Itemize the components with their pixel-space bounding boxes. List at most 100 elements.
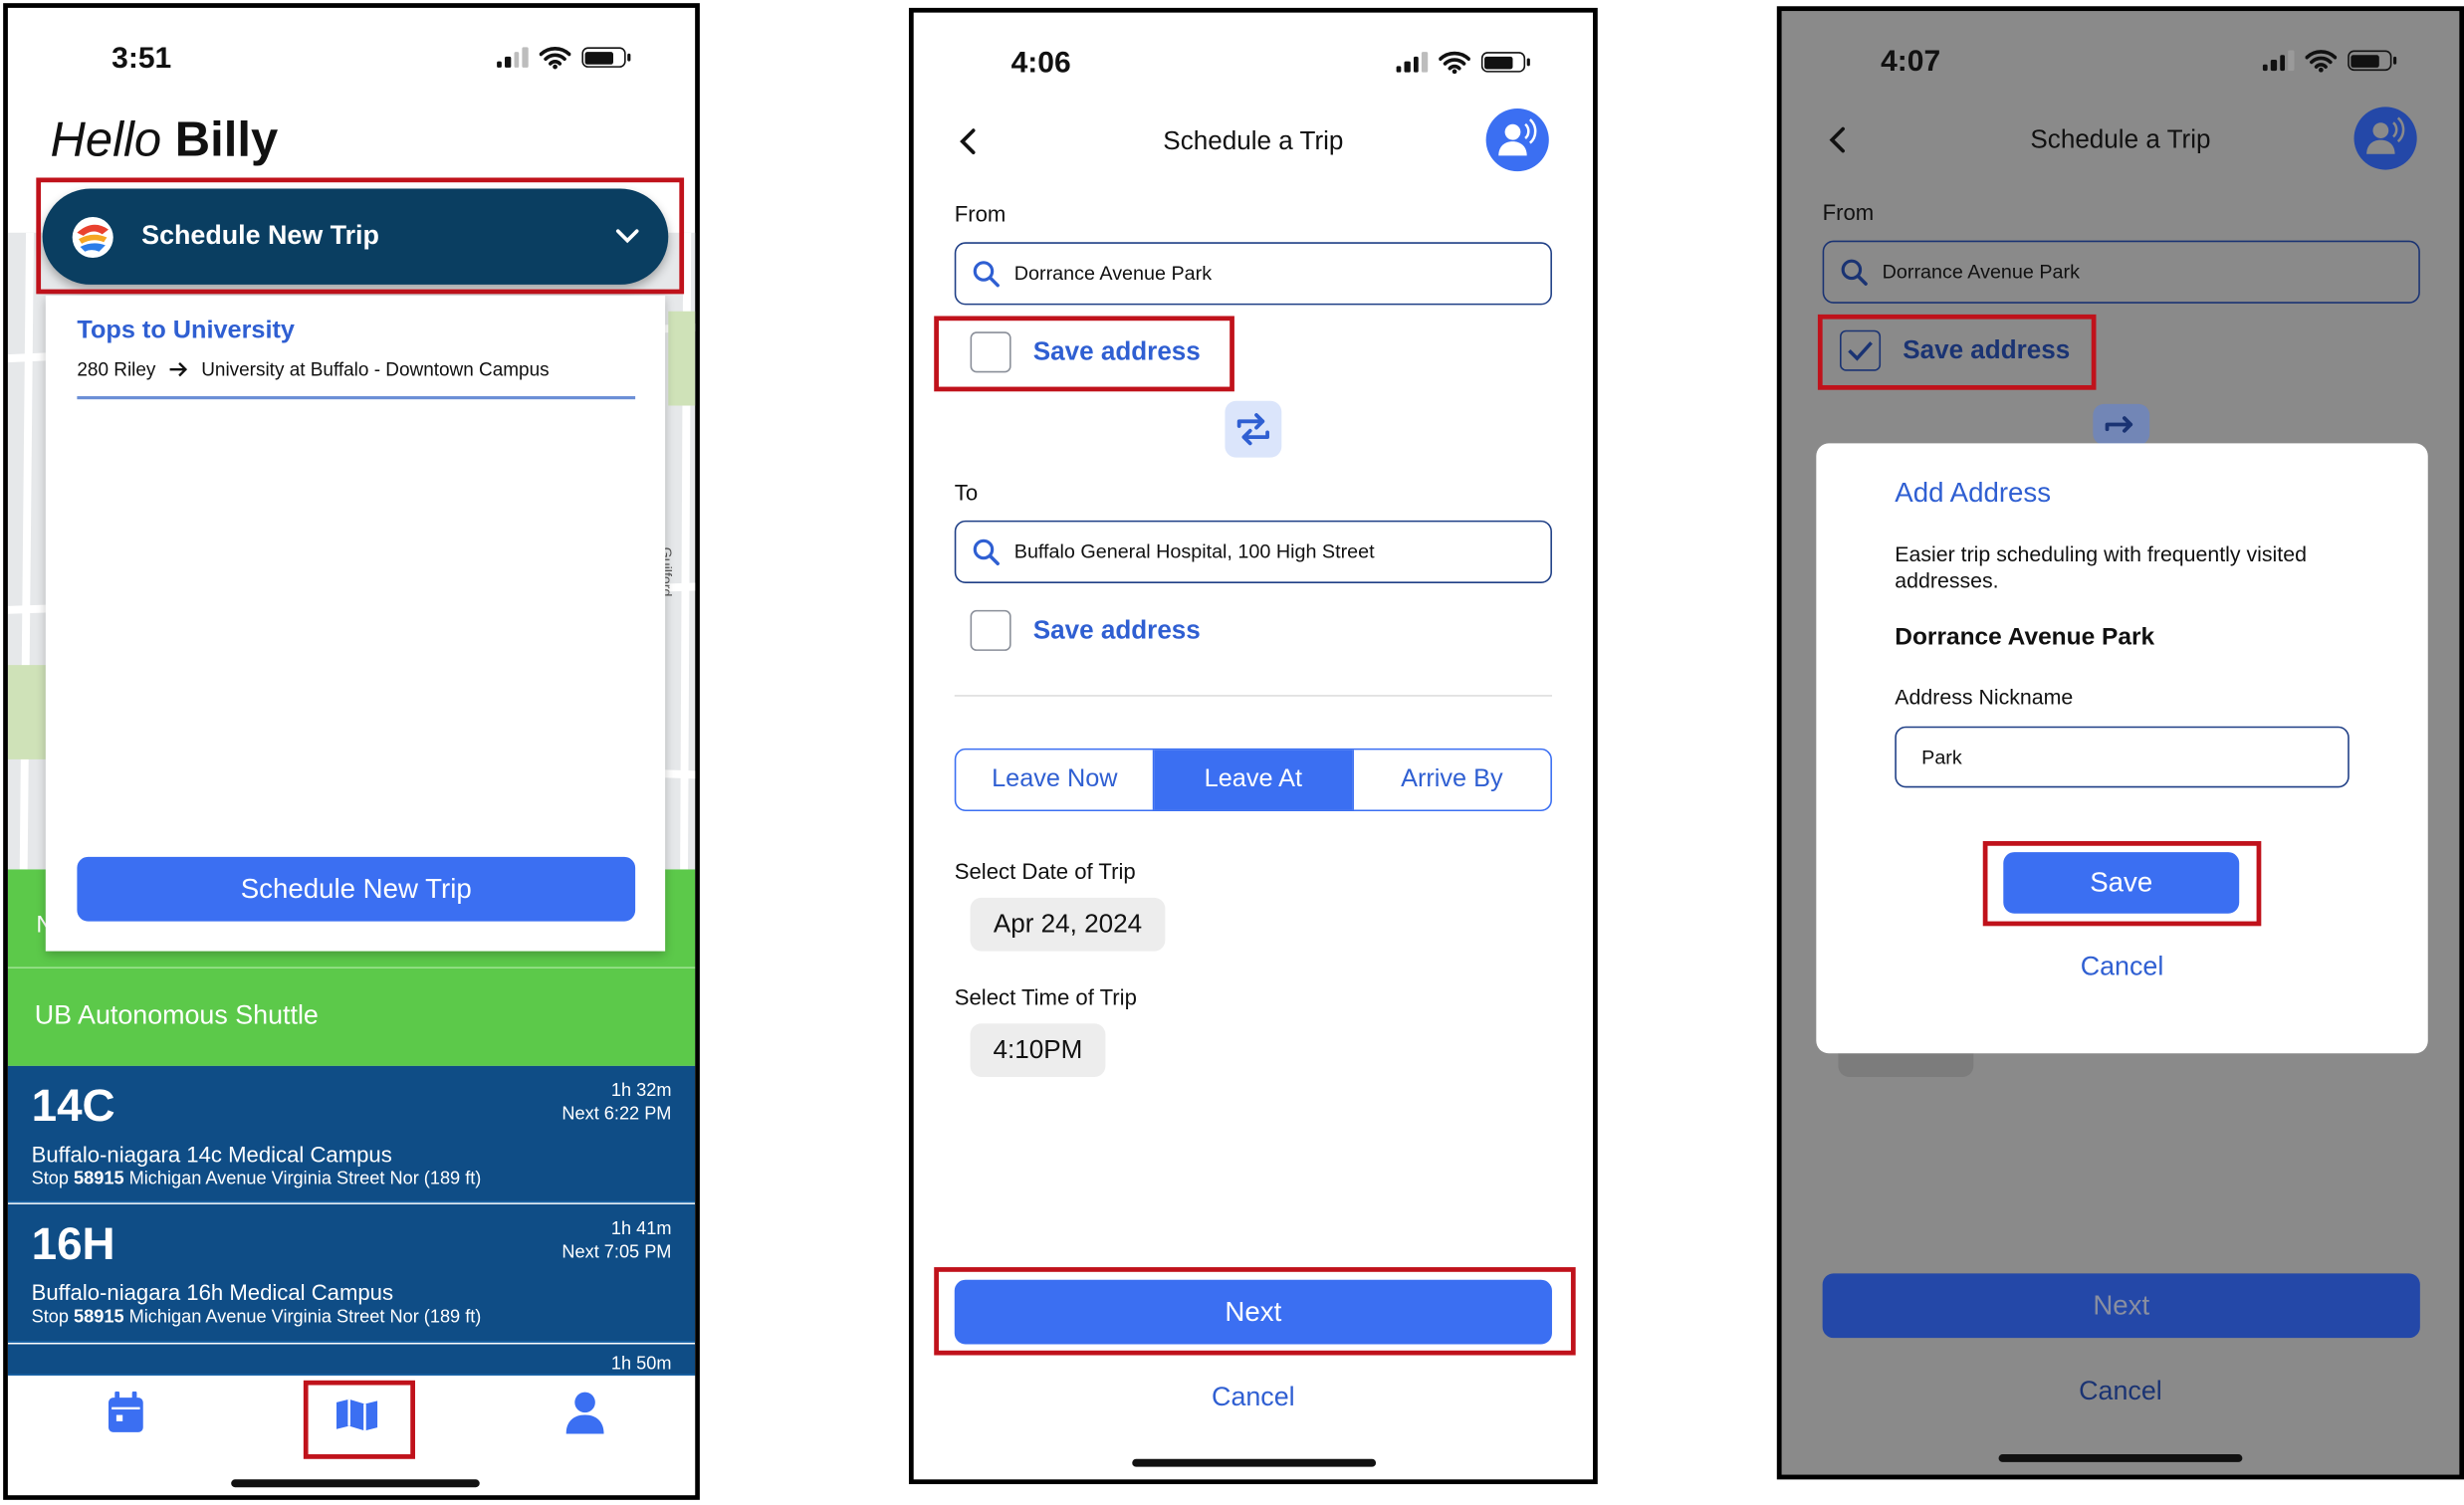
route-card[interactable]: 14C 1h 32m Next 6:22 PM Buffalo-niagara 1… (7, 1065, 696, 1203)
route-name: Buffalo-niagara 16h Medical Campus (31, 1279, 394, 1305)
phone-screen-add-address: 4:07 Schedule a Trip From Dorrance Avenu… (1776, 6, 2464, 1480)
next-button[interactable]: Next (1822, 1273, 2420, 1339)
trip-origin: 280 Riley (77, 358, 156, 381)
stop-id: 58915 (74, 1308, 124, 1328)
profile-icon[interactable] (565, 1392, 604, 1434)
from-field[interactable]: Dorrance Avenue Park (1822, 240, 2420, 304)
date-label: Select Date of Trip (954, 858, 1136, 884)
segment-leave-at[interactable]: Leave At (1154, 750, 1352, 810)
nickname-input[interactable]: Park (1895, 726, 2350, 788)
status-icons (1396, 51, 1530, 75)
cancel-button[interactable]: Cancel (1782, 1376, 2460, 1407)
segment-leave-now[interactable]: Leave Now (956, 750, 1155, 810)
status-time: 4:07 (1881, 45, 1941, 79)
highlight-box-save-address (1817, 314, 2097, 390)
nickname-value: Park (1921, 746, 1962, 768)
dialog-place-name: Dorrance Avenue Park (1895, 624, 2155, 651)
dialog-cancel-button[interactable]: Cancel (1816, 952, 2427, 983)
swap-button[interactable] (1225, 400, 1282, 458)
route-eta: 1h 41m Next 7:05 PM (561, 1218, 671, 1265)
trip-dropdown-card: Tops to University 280 Riley University … (45, 295, 666, 952)
stop-prefix: Stop (31, 1308, 69, 1328)
home-indicator (1132, 1458, 1377, 1467)
route-next: Next 7:05 PM (561, 1243, 672, 1263)
stop-id: 58915 (74, 1170, 124, 1189)
greeting: Hello Billy (51, 111, 279, 168)
wifi-icon (2304, 50, 2337, 73)
dialog-title: Add Address (1895, 476, 2052, 509)
route-duration: 1h 41m (610, 1219, 672, 1239)
highlight-box-map-tab (303, 1380, 415, 1459)
status-icons (497, 46, 630, 70)
departure-segmented-control: Leave Now Leave At Arrive By (954, 748, 1552, 812)
from-field[interactable]: Dorrance Avenue Park (954, 242, 1552, 306)
battery-icon (2347, 50, 2396, 72)
from-label: From (1822, 199, 1875, 225)
route-duration: 1h 32m (610, 1081, 672, 1101)
route-number: 16H (31, 1219, 115, 1271)
from-label: From (954, 201, 1007, 227)
battery-icon (1480, 52, 1530, 73)
nickname-label: Address Nickname (1895, 685, 2074, 710)
highlight-box-save-address (934, 316, 1234, 392)
time-picker[interactable]: 4:10PM (970, 1023, 1106, 1077)
voice-assistant-button[interactable] (2353, 107, 2417, 170)
date-picker[interactable]: Apr 24, 2024 (970, 897, 1166, 952)
voice-assistant-icon (1498, 118, 1537, 156)
arrow-right-icon (169, 362, 188, 377)
highlight-box-next (934, 1267, 1576, 1356)
stage: 3:51 Hello Billy Guilford St N (0, 0, 2464, 1504)
cellular-signal-icon (1396, 52, 1428, 73)
shuttle-row[interactable]: UB Autonomous Shuttle (7, 967, 696, 1064)
highlight-box-save (1982, 841, 2262, 927)
status-time: 4:06 (1010, 47, 1071, 81)
save-to-address-label[interactable]: Save address (1033, 616, 1201, 646)
phone-screen-home: 3:51 Hello Billy Guilford St N (3, 3, 700, 1500)
to-field[interactable]: Buffalo General Hospital, 100 High Stree… (954, 520, 1552, 583)
status-time: 3:51 (112, 42, 172, 76)
saved-trip-route: 280 Riley University at Buffalo - Downto… (77, 358, 549, 380)
battery-icon (580, 47, 630, 68)
route-duration: 1h 50m (610, 1355, 672, 1375)
stop-desc: Michigan Avenue Virginia Street Nor (189… (128, 1170, 482, 1189)
from-value: Dorrance Avenue Park (1882, 261, 2080, 284)
route-stop: Stop 58915 Michigan Avenue Virginia Stre… (32, 1308, 482, 1327)
stop-prefix: Stop (31, 1170, 69, 1189)
saved-trip-title[interactable]: Tops to University (77, 318, 295, 345)
dialog-description: Easier trip scheduling with frequently v… (1895, 541, 2307, 593)
to-value: Buffalo General Hospital, 100 High Stree… (1013, 540, 1375, 563)
from-value: Dorrance Avenue Park (1013, 262, 1213, 285)
cellular-signal-icon (2262, 50, 2294, 72)
route-number: 14C (31, 1081, 115, 1133)
calendar-icon[interactable] (107, 1391, 144, 1434)
swap-button[interactable] (2093, 403, 2150, 445)
stop-desc: Michigan Avenue Virginia Street Nor (189… (128, 1308, 482, 1328)
schedule-new-trip-button[interactable]: Schedule New Trip (77, 856, 636, 922)
voice-assistant-icon (2366, 116, 2405, 154)
swap-icon (1236, 413, 1269, 446)
cancel-button[interactable]: Cancel (914, 1382, 1593, 1413)
route-name: Buffalo-niagara 14c Medical Campus (31, 1141, 392, 1167)
to-label: To (954, 479, 979, 506)
save-to-address-checkbox[interactable] (970, 609, 1011, 651)
wifi-icon (1438, 51, 1470, 75)
divider (954, 695, 1552, 697)
home-indicator (1998, 1454, 2243, 1462)
tab-bar (7, 1376, 696, 1496)
status-icons (2262, 49, 2396, 73)
segment-arrive-by[interactable]: Arrive By (1351, 750, 1551, 810)
trip-destination: University at Buffalo - Downtown Campus (201, 358, 550, 381)
greeting-name: Billy (174, 111, 279, 167)
search-icon (973, 261, 1000, 288)
voice-assistant-button[interactable] (1485, 108, 1549, 172)
shuttle-label: UB Autonomous Shuttle (34, 999, 319, 1030)
search-icon (973, 538, 1000, 565)
route-stop: Stop 58915 Michigan Avenue Virginia Stre… (32, 1170, 482, 1188)
home-indicator (231, 1479, 480, 1488)
greeting-hello: Hello (50, 111, 162, 167)
search-icon (1841, 259, 1868, 286)
route-card[interactable]: 1h 50m (7, 1344, 696, 1377)
route-next: Next 6:22 PM (561, 1105, 672, 1125)
wifi-icon (539, 47, 570, 70)
route-card[interactable]: 16H 1h 41m Next 7:05 PM Buffalo-niagara 1… (7, 1203, 696, 1343)
